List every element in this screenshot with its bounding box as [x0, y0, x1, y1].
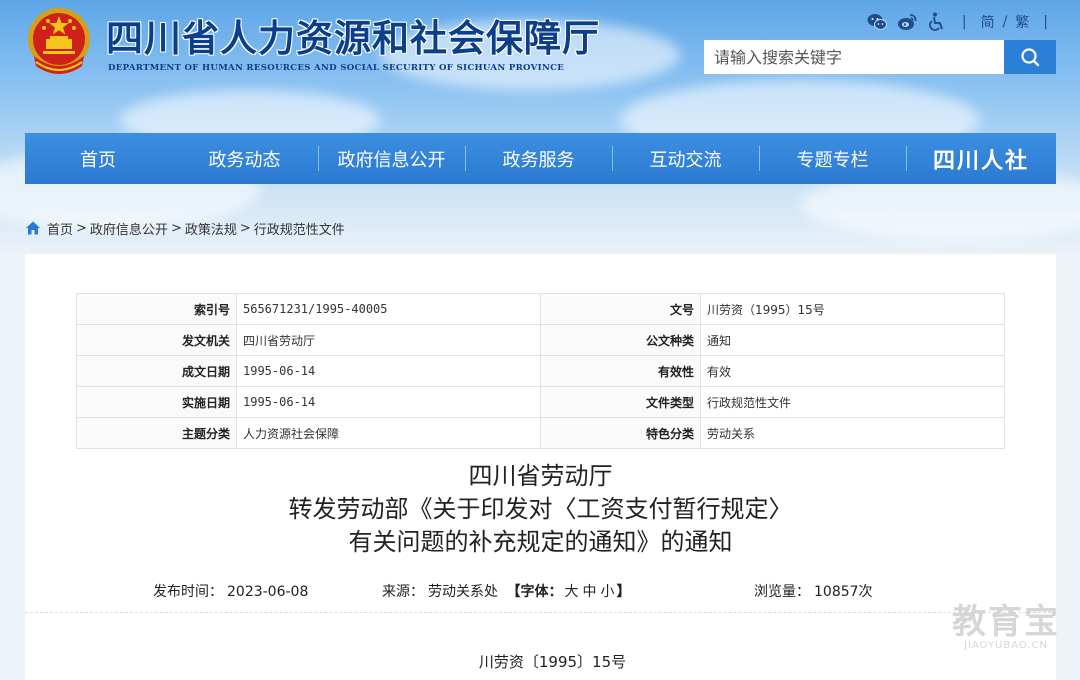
meta-key: 文号 [540, 293, 701, 325]
views-count: 10857次 [814, 584, 873, 600]
meta-value: 行政规范性文件 [700, 386, 1005, 418]
publish-label: 发布时间： [153, 584, 223, 600]
meta-key: 实施日期 [76, 386, 237, 418]
table-row: 实施日期 1995-06-14 文件类型 行政规范性文件 [76, 386, 1005, 418]
accessibility-icon[interactable] [926, 11, 948, 33]
breadcrumb: 首页 > 政府信息公开 > 政策法规 > 行政规范性文件 [25, 219, 345, 238]
search-button[interactable] [1004, 40, 1056, 74]
meta-key: 文件类型 [540, 386, 701, 418]
nav-info-disclosure[interactable]: 政府信息公开 [318, 133, 465, 184]
nav-home[interactable]: 首页 [25, 133, 171, 184]
meta-value: 通知 [700, 324, 1005, 356]
meta-value: 劳动关系 [700, 417, 1005, 449]
source-info: 来源： 劳动关系处 【字体：大中小】 [382, 581, 630, 601]
document-title-line-2: 转发劳动部《关于印发对〈工资支付暂行规定〉 [288, 495, 793, 523]
table-row: 索引号 565671231/1995-40005 文号 川劳资（1995）15号 [76, 293, 1005, 325]
traditional-chinese-link[interactable]: 繁 [1015, 12, 1029, 32]
table-row: 主题分类 人力资源社会保障 特色分类 劳动关系 [76, 417, 1005, 449]
breadcrumb-separator: > [239, 220, 251, 236]
document-title-line-1: 四川省劳动厅 [468, 462, 613, 490]
tools-divider: | [961, 14, 967, 30]
meta-value: 四川省劳动厅 [236, 324, 541, 356]
national-emblem-icon [26, 6, 92, 78]
article-info-row: 发布时间： 2023-06-08 来源： 劳动关系处 【字体：大中小】 浏览量： 10… [25, 581, 1056, 601]
main-nav: 首页 政务动态 政府信息公开 政务服务 互动交流 专题专栏 四川人社 [25, 133, 1056, 184]
article-panel: 索引号 565671231/1995-40005 文号 川劳资（1995）15号… [25, 254, 1056, 680]
meta-key: 公文种类 [540, 324, 701, 356]
nav-special-topics[interactable]: 专题专栏 [759, 133, 906, 184]
nav-government-news[interactable]: 政务动态 [171, 133, 318, 184]
font-small-button[interactable]: 小 [600, 584, 614, 600]
source-label: 来源： [382, 584, 424, 600]
watermark: 教育宝 JIAOYUBAO.CN [952, 604, 1060, 651]
document-metadata-table: 索引号 565671231/1995-40005 文号 川劳资（1995）15号… [76, 293, 1005, 449]
tools-divider-right: | [1043, 14, 1048, 30]
views-info: 浏览量： 10857次 [754, 581, 873, 601]
document-title-line-3: 有关问题的补充规定的通知》的通知 [348, 528, 733, 556]
search-input[interactable] [704, 40, 1004, 74]
breadcrumb-info-disclosure[interactable]: 政府信息公开 [90, 219, 168, 238]
breadcrumb-separator: > [170, 220, 182, 236]
document-number: 川劳资〔1995〕15号 [478, 653, 627, 671]
meta-value: 有效 [700, 355, 1005, 387]
search-icon [1021, 48, 1040, 67]
font-size-label: 【字体： [506, 584, 563, 600]
breadcrumb-home[interactable]: 首页 [47, 219, 73, 238]
nav-services[interactable]: 政务服务 [465, 133, 612, 184]
font-large-button[interactable]: 大 [564, 584, 578, 600]
lang-separator: / [1002, 14, 1008, 30]
simplified-chinese-link[interactable]: 简 [981, 12, 995, 32]
meta-value: 1995-06-14 [236, 386, 541, 418]
site-subtitle: DEPARTMENT OF HUMAN RESOURCES AND SOCIAL… [108, 63, 565, 73]
wechat-icon[interactable] [866, 11, 888, 33]
font-size-label-close: 】 [616, 584, 631, 600]
home-icon [26, 221, 40, 235]
watermark-text: 教育宝 [952, 602, 1060, 642]
font-medium-button[interactable]: 中 [582, 584, 596, 600]
weibo-icon[interactable] [896, 11, 918, 33]
source-value: 劳动关系处 [428, 584, 498, 600]
header-tools: | 简 / 繁 | [866, 10, 1054, 34]
content-divider [25, 612, 1056, 613]
watermark-url: JIAOYUBAO.CN [964, 640, 1048, 651]
meta-key: 主题分类 [76, 417, 237, 449]
breadcrumb-policies[interactable]: 政策法规 [185, 219, 237, 238]
table-row: 发文机关 四川省劳动厅 公文种类 通知 [76, 324, 1005, 356]
meta-value: 人力资源社会保障 [236, 417, 541, 449]
site-title: 四川省人力资源和社会保障厅 [106, 16, 600, 60]
meta-key: 索引号 [76, 293, 237, 325]
breadcrumb-normative-documents[interactable]: 行政规范性文件 [254, 219, 345, 238]
meta-key: 成文日期 [76, 355, 237, 387]
views-label: 浏览量： [754, 584, 810, 600]
meta-key: 有效性 [540, 355, 701, 387]
publish-info: 发布时间： 2023-06-08 [153, 581, 308, 601]
meta-key: 发文机关 [76, 324, 237, 356]
meta-value: 565671231/1995-40005 [236, 293, 541, 325]
table-row: 成文日期 1995-06-14 有效性 有效 [76, 355, 1005, 387]
meta-value: 1995-06-14 [236, 355, 541, 387]
sichuan-hrss-logo[interactable]: 四川人社 [906, 133, 1056, 184]
breadcrumb-separator: > [76, 220, 87, 236]
publish-date: 2023-06-08 [227, 584, 309, 600]
meta-key: 特色分类 [540, 417, 701, 449]
meta-value: 川劳资（1995）15号 [700, 293, 1005, 325]
nav-interaction[interactable]: 互动交流 [612, 133, 759, 184]
